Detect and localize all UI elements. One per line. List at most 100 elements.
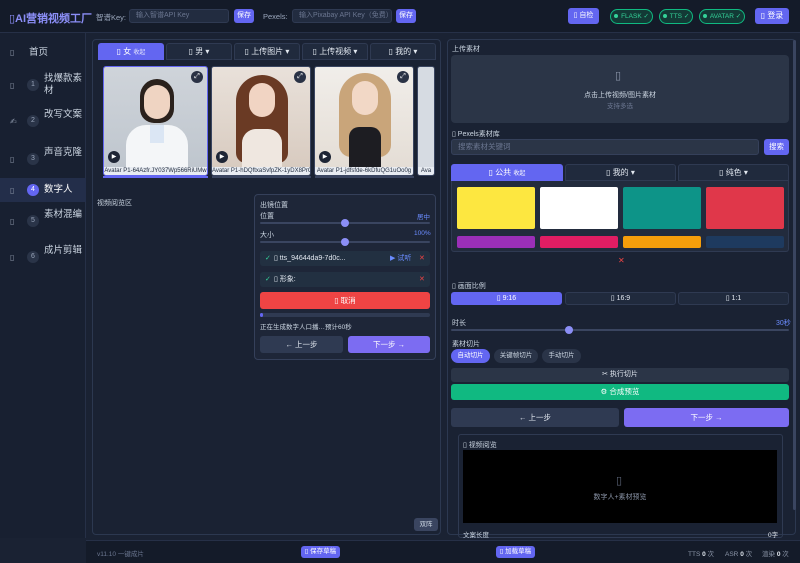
zhipu-key-input[interactable]: 输入智谱API Key [129,9,229,23]
sidebar-item-rewrite[interactable]: ✍ 2 改写文案 [0,109,86,135]
sidebar-item-digital-human[interactable]: ▯ 4 数字人 [0,178,86,202]
play-icon[interactable]: ▶ [216,151,228,163]
tab-upload-image[interactable]: ▯ 上传图片 ▾ [234,43,300,60]
color-swatch[interactable] [540,236,618,248]
pexels-key-label: Pexels: [263,12,288,21]
self-check-button[interactable]: ▯ 自检 [568,8,599,24]
avatar-shape-row: ✓ ▯ 形象: ✕ [260,272,430,287]
video-icon: ▯ [616,475,623,487]
color-swatch[interactable] [540,187,618,229]
avatar-photo [315,67,413,167]
progress-bar [260,313,430,317]
avatar-caption: Avatar P1-64Azfr.JY037Wp566RiUMw [104,167,207,175]
avatar-caption: Avatar P1-hDQftxaSvfpZK-1yDX8PrQ [212,167,310,175]
clear-selection-icon[interactable]: ✕ [618,256,625,265]
keyframe-slice-button[interactable]: 关键帧切片 [494,349,538,363]
ratio-1-1-button[interactable]: ▯ 1:1 [678,292,789,305]
zhipu-key-label: 智谱Key: [96,13,127,22]
material-search-input[interactable]: 搜索素材关键词 [451,139,759,155]
sidebar-item-find-material[interactable]: ▯ 1 找爆款素材 [0,73,86,99]
home-icon: ▯ [10,48,15,57]
copy-length-label: 文案长度 [463,532,489,539]
color-swatch[interactable] [623,236,701,248]
color-swatch[interactable] [623,187,701,229]
login-button[interactable]: ▯ 登录 [755,8,789,24]
execute-slice-button[interactable]: ✂ 执行切片 [451,368,789,382]
avatar-card[interactable]: Avatar P1-jdfsfde-6kDfuQG1uOo0g ▶ ⤢ [314,66,414,176]
compose-preview-button[interactable]: ⚙ 合成预览 [451,384,789,400]
sidebar: ▯ 首页 ▯ 1 找爆款素材 ✍ 2 改写文案 ▯ 3 声音克隆 ▯ 4 数字人… [0,33,86,538]
expand-icon[interactable]: ⤢ [294,71,306,83]
avatar-card[interactable]: Avatar P1-64Azfr.JY037Wp566RiUMw ▶ ⤢ [103,66,208,176]
avatar-photo [212,67,310,167]
status-dot-icon [702,14,707,19]
tab-female[interactable]: ▯ 女 收起 [98,43,164,60]
color-swatch[interactable] [706,236,784,248]
expand-icon[interactable]: ⤢ [397,71,409,83]
upload-icon: ▯ [615,70,622,82]
flask-status-pill: FLASK ✓ [610,9,653,24]
version-label: v11.10 一键成片 [97,551,144,558]
search-button[interactable]: 搜索 [764,139,789,155]
color-swatch[interactable] [457,187,535,229]
position-title: 出镜位置 [260,202,288,209]
avatar-photo [418,67,434,167]
remove-icon[interactable]: ✕ [419,272,425,287]
sidebar-item-voice-clone[interactable]: ▯ 3 声音克隆 [0,147,86,173]
manual-slice-button[interactable]: 手动切片 [542,349,581,363]
right-prev-step-button[interactable]: ← 上一步 [451,408,619,427]
tab-my-material[interactable]: ▯ 我的 ▾ [565,164,676,181]
dual-button[interactable]: 双阵 [414,518,438,531]
save-pexels-button[interactable]: 保存 [396,9,416,23]
load-draft-button[interactable]: ▯ 加载草稿 [496,546,535,558]
auto-slice-button[interactable]: 自动切片 [451,349,490,363]
size-slider-knob[interactable] [341,238,349,246]
check-icon: ✓ [265,255,271,262]
color-swatch[interactable] [457,236,535,248]
play-icon[interactable]: ▶ [108,151,120,163]
render-count: 渲染 0 次 [762,551,789,558]
microphone-icon: ▯ [10,155,15,164]
sidebar-item-material-mix[interactable]: ▯ 5 素材混编 [0,209,86,235]
cancel-button[interactable]: ▯ 取消 [260,292,430,309]
top-header: ▯AI营销视频工厂 智谱Key: 输入智谱API Key 保存 Pexels: … [0,0,800,33]
sidebar-item-final-edit[interactable]: ▯ 6 成片剪辑 [0,245,86,271]
next-step-button[interactable]: 下一步 → [348,336,430,353]
upload-dropzone[interactable]: ▯ 点击上传视频/图片素材 支持多选 [451,55,789,123]
fire-icon: ▯ [10,81,15,90]
slicing-title: 素材切片 [452,341,480,348]
size-label: 大小 [260,232,274,239]
avatar-photo [104,67,207,167]
right-next-step-button[interactable]: 下一步 → [624,408,789,427]
pexels-key-input[interactable]: 输入Pixabay API Key（免费） [292,9,392,23]
save-draft-button[interactable]: ▯ 保存草稿 [301,546,340,558]
avatar-card[interactable]: Ava [417,66,435,176]
ratio-16-9-button[interactable]: ▯ 16:9 [565,292,676,305]
status-dot-icon [614,14,619,19]
preview-audio-button[interactable]: ▶ 试听 [390,251,411,266]
play-icon[interactable]: ▶ [319,151,331,163]
position-slider-knob[interactable] [341,219,349,227]
duration-slider[interactable] [451,329,789,331]
scrollbar[interactable] [793,40,796,510]
ratio-9-16-button[interactable]: ▯ 9:16 [451,292,562,305]
color-swatch[interactable] [706,187,784,229]
remove-icon[interactable]: ✕ [419,251,425,266]
expand-icon[interactable]: ⤢ [191,71,203,83]
avatar-card[interactable]: Avatar P1-hDQftxaSvfpZK-1yDX8PrQ ▶ ⤢ [211,66,311,176]
selected-indicator [103,176,208,178]
preview-area-label: 视频阅览区 [97,200,132,207]
sidebar-item-home[interactable]: ▯ 首页 [0,47,86,59]
tab-mine[interactable]: ▯ 我的 ▾ [370,43,436,60]
avatar-status-pill: AVATAR ✓ [699,9,745,24]
copy-length-value: 0字 [768,532,779,539]
video-player[interactable]: ▯ 数字人+素材预览 [463,450,777,523]
tab-male[interactable]: ▯ 男 ▾ [166,43,232,60]
prev-step-button[interactable]: ← 上一步 [260,336,343,353]
save-zhipu-button[interactable]: 保存 [234,9,254,23]
tab-upload-video[interactable]: ▯ 上传视频 ▾ [302,43,368,60]
asr-count: ASR 0 次 [725,551,753,558]
tab-public[interactable]: ▯ 公共 收起 [451,164,563,181]
tab-solid-color[interactable]: ▯ 纯色 ▾ [678,164,789,181]
film-icon: ▯ [10,217,15,226]
